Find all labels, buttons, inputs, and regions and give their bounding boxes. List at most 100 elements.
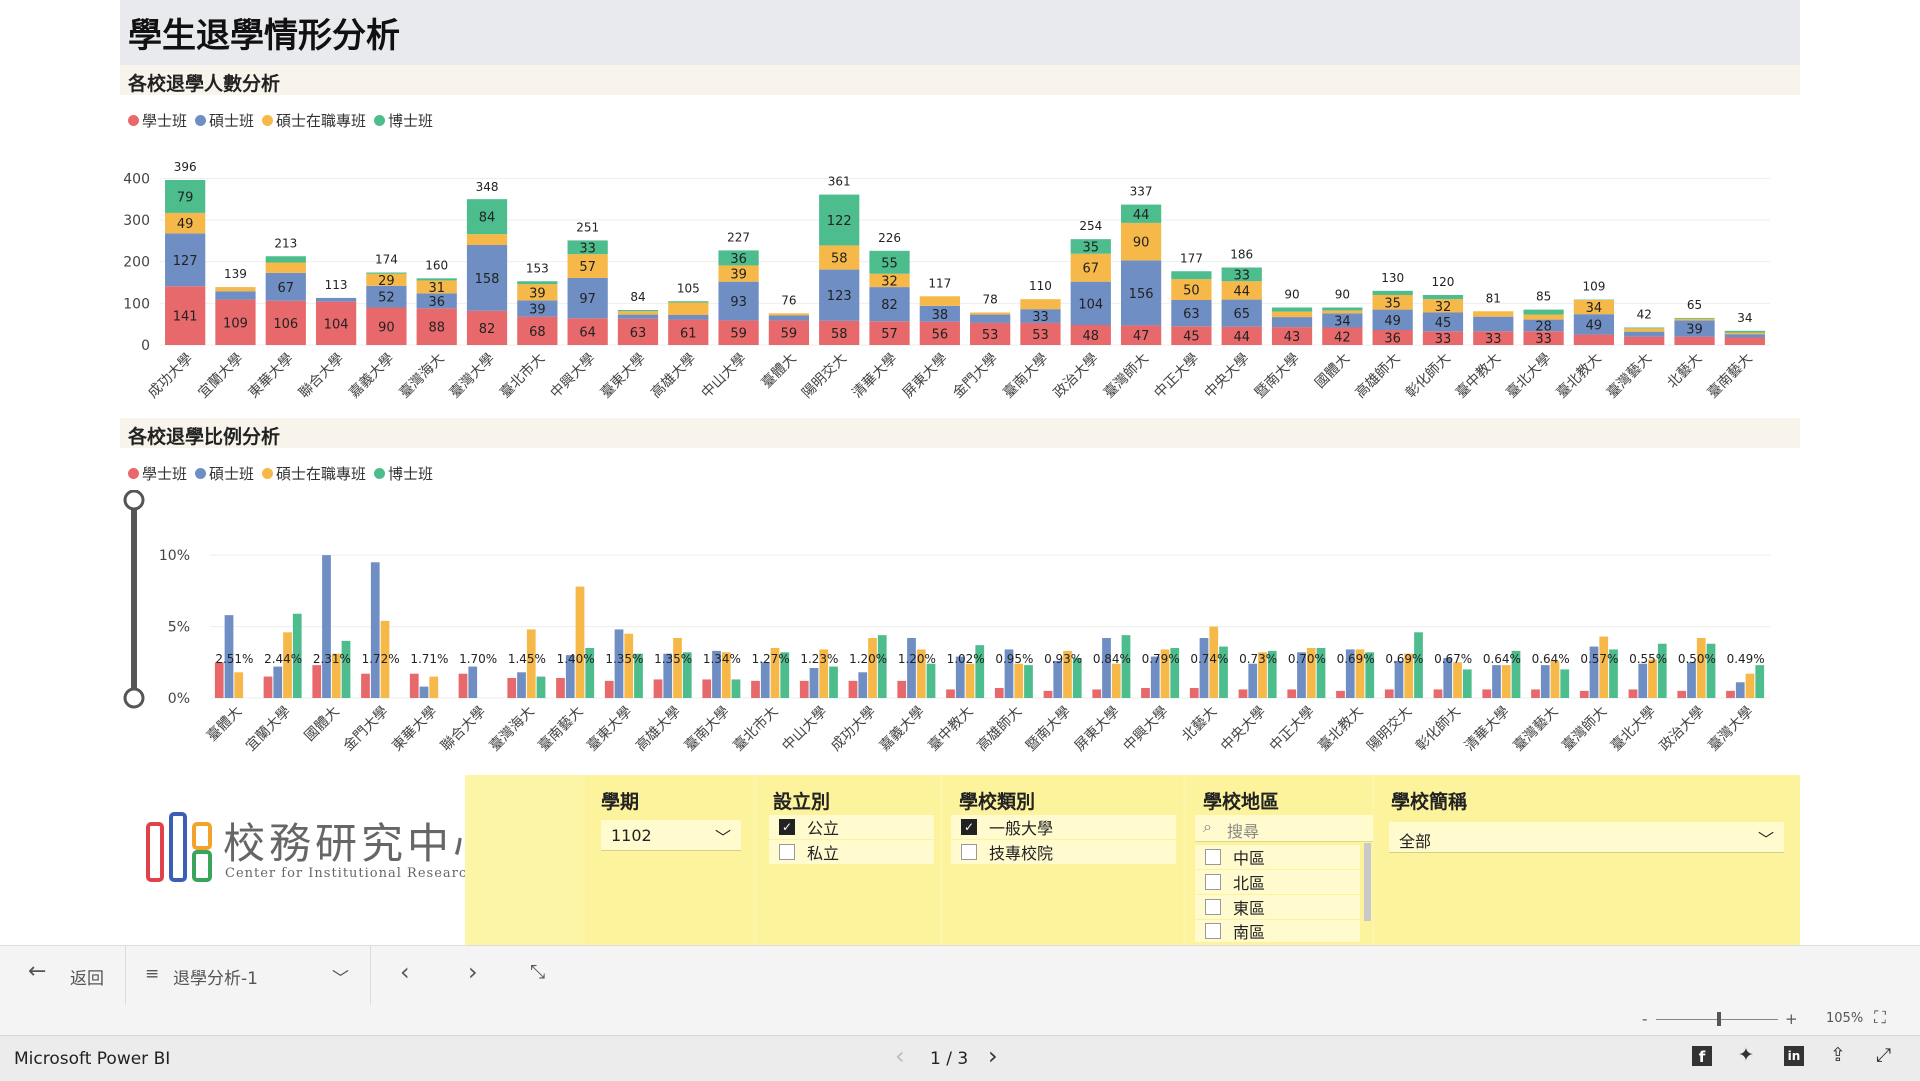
bar-segment[interactable]	[1322, 308, 1362, 311]
bar[interactable]	[1385, 689, 1394, 698]
bar[interactable]	[1541, 665, 1550, 698]
bar[interactable]	[1677, 691, 1686, 698]
bar[interactable]	[1755, 665, 1764, 698]
bar-segment[interactable]	[769, 315, 809, 320]
stacked-count-chart[interactable]: 01002003004001411274979396成功大學109139宜蘭大學…	[120, 140, 1800, 410]
bar[interactable]	[1336, 691, 1345, 698]
bar-segment[interactable]	[1322, 310, 1362, 313]
bar-segment[interactable]	[618, 311, 658, 314]
zoom-slider-handle[interactable]	[1717, 1012, 1721, 1026]
next-page-icon[interactable]: ›	[468, 958, 478, 986]
bar-segment[interactable]	[1674, 337, 1714, 345]
bar[interactable]	[897, 681, 906, 698]
bar-segment[interactable]	[1624, 328, 1664, 329]
bar-segment[interactable]	[1272, 312, 1312, 317]
bar-segment[interactable]	[215, 291, 255, 299]
bar-segment[interactable]	[467, 234, 507, 245]
bar[interactable]	[868, 638, 877, 698]
bar-segment[interactable]	[668, 303, 708, 316]
bar[interactable]	[1044, 691, 1053, 698]
range-slider-handle-bottom[interactable]	[125, 689, 143, 707]
fit-to-page-icon[interactable]: ⛶	[1874, 1008, 1886, 1028]
bar-segment[interactable]	[1574, 335, 1614, 345]
bar-segment[interactable]	[1473, 311, 1513, 316]
bar[interactable]	[1492, 665, 1501, 698]
bar[interactable]	[322, 555, 331, 698]
bar[interactable]	[761, 662, 770, 698]
legend-item-master[interactable]: 碩士班	[195, 110, 254, 131]
bar[interactable]	[459, 674, 468, 698]
bar[interactable]	[810, 668, 819, 698]
bar[interactable]	[849, 681, 858, 698]
bar[interactable]	[1502, 665, 1511, 698]
bar[interactable]	[1122, 635, 1131, 698]
bar-segment[interactable]	[668, 315, 708, 320]
bar-segment[interactable]	[366, 273, 406, 274]
school-name-dropdown[interactable]: 全部 ﹀	[1389, 822, 1784, 853]
bar[interactable]	[556, 678, 565, 698]
range-slider-handle-top[interactable]	[125, 491, 143, 509]
bar-segment[interactable]	[1725, 338, 1765, 346]
bar-segment[interactable]	[668, 301, 708, 302]
bar[interactable]	[1531, 689, 1540, 698]
bar[interactable]	[342, 641, 351, 698]
facebook-icon[interactable]: f	[1692, 1046, 1712, 1066]
bar[interactable]	[1248, 664, 1257, 698]
bar[interactable]	[1200, 638, 1209, 698]
checkbox-icon[interactable]	[1205, 849, 1221, 865]
bar[interactable]	[654, 679, 663, 698]
share-icon[interactable]: ⇪	[1830, 1044, 1846, 1066]
bar[interactable]	[1463, 669, 1472, 698]
bar[interactable]	[732, 679, 741, 698]
bar-segment[interactable]	[517, 281, 557, 284]
bar[interactable]	[878, 635, 887, 698]
bar-segment[interactable]	[920, 296, 960, 306]
checkbox-checked-icon[interactable]: ✓	[961, 819, 977, 835]
bar[interactable]	[1014, 664, 1023, 698]
ratio-bar-chart[interactable]: 0%5%10%2.51%臺體大2.44%宜蘭大學2.31%國體大1.72%金門大…	[120, 490, 1800, 760]
bar[interactable]	[1599, 637, 1608, 698]
checkbox-checked-icon[interactable]: ✓	[779, 819, 795, 835]
bar[interactable]	[507, 678, 516, 698]
bar[interactable]	[1746, 674, 1755, 698]
bar[interactable]	[800, 681, 809, 698]
bar-segment[interactable]	[1725, 334, 1765, 337]
bar[interactable]	[927, 664, 936, 698]
option-technical[interactable]: 技專校院	[951, 840, 1176, 864]
bar[interactable]	[234, 672, 243, 698]
bar[interactable]	[215, 662, 224, 698]
next-page-icon[interactable]: ›	[988, 1042, 998, 1070]
bar[interactable]	[1434, 689, 1443, 698]
bar-segment[interactable]	[266, 263, 306, 273]
legend-item-master[interactable]: 碩士班	[195, 463, 254, 484]
bar-segment[interactable]	[769, 313, 809, 315]
bar[interactable]	[517, 672, 526, 698]
bar[interactable]	[1287, 689, 1296, 698]
bar-segment[interactable]	[618, 310, 658, 311]
bar-segment[interactable]	[417, 278, 457, 280]
bar-segment[interactable]	[1272, 308, 1312, 312]
bar[interactable]	[410, 674, 419, 698]
bar[interactable]	[1190, 688, 1199, 698]
bar[interactable]	[1102, 638, 1111, 698]
checkbox-icon[interactable]	[961, 844, 977, 860]
back-button[interactable]: 返回	[70, 964, 104, 989]
checkbox-icon[interactable]	[1205, 899, 1221, 915]
bar-segment[interactable]	[970, 313, 1010, 315]
region-scrollbar[interactable]	[1364, 843, 1371, 921]
bar[interactable]	[829, 667, 838, 698]
option-public[interactable]: ✓公立	[769, 815, 934, 839]
previous-page-icon[interactable]: ‹	[895, 1042, 905, 1070]
bar[interactable]	[946, 689, 955, 698]
bar[interactable]	[1736, 682, 1745, 698]
bar-segment[interactable]	[1171, 271, 1211, 279]
bar[interactable]	[1141, 688, 1150, 698]
bar[interactable]	[537, 677, 546, 698]
semester-dropdown[interactable]: 1102 ﹀	[601, 820, 741, 851]
bar-segment[interactable]	[1624, 337, 1664, 345]
bar-segment[interactable]	[1272, 317, 1312, 327]
bar[interactable]	[312, 665, 321, 698]
bar[interactable]	[673, 638, 682, 698]
region-search-input[interactable]: ⌕ 搜尋	[1195, 815, 1373, 842]
bar-segment[interactable]	[1725, 331, 1765, 333]
